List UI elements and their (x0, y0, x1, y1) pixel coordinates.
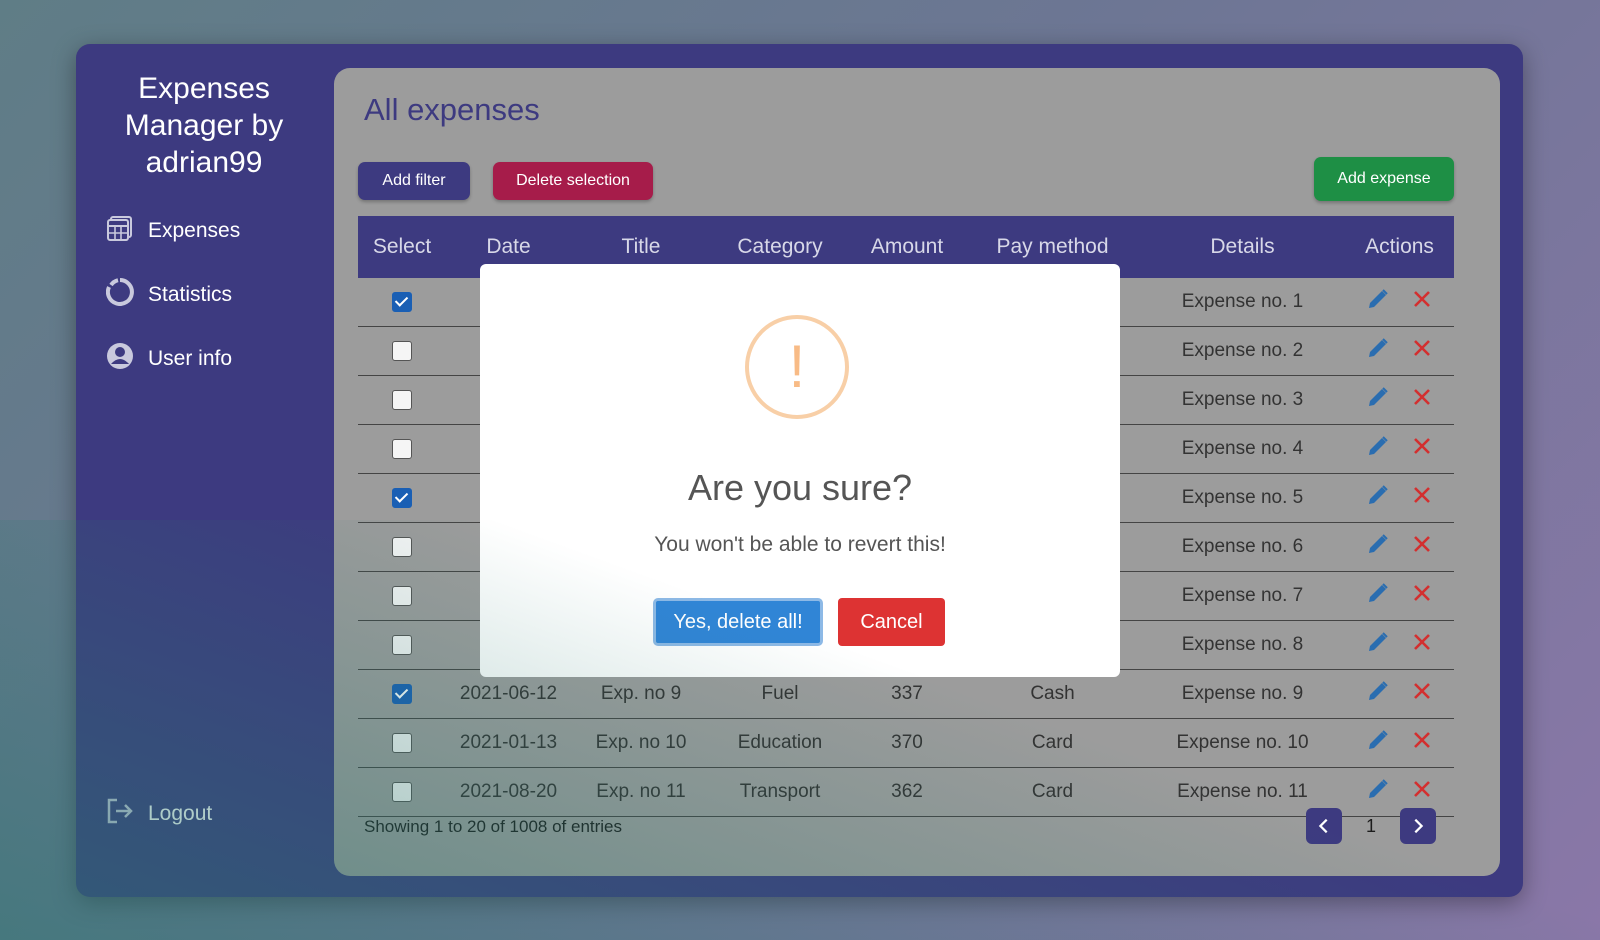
dialog-title: Are you sure? (687, 467, 913, 508)
confirm-delete-button[interactable]: Yes, delete all! (653, 598, 823, 646)
dialog-text: You won't be able to revert this! (654, 533, 946, 556)
modal-backdrop: ! Are you sure? You won't be able to rev… (0, 0, 1600, 940)
cancel-button[interactable]: Cancel (838, 598, 945, 646)
confirm-dialog: ! Are you sure? You won't be able to rev… (480, 264, 1120, 677)
warning-icon: ! (745, 315, 849, 419)
